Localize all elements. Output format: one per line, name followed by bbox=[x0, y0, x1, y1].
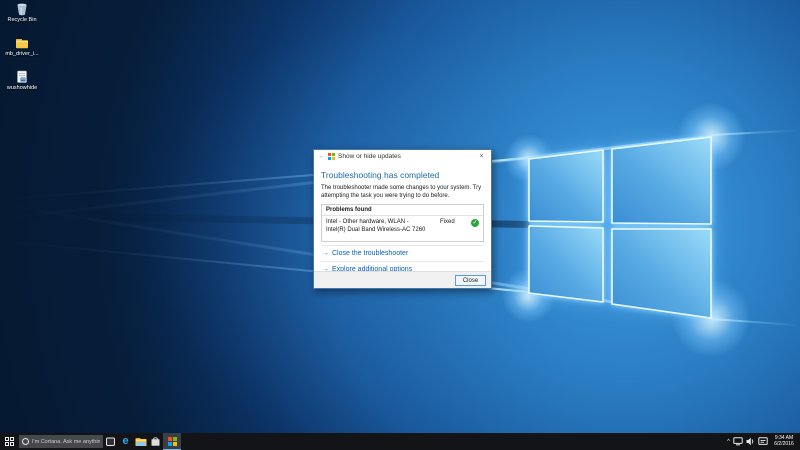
dialog-heading: Troubleshooting has completed bbox=[321, 170, 484, 180]
recycle-bin-icon bbox=[15, 2, 29, 16]
store-button[interactable] bbox=[148, 433, 163, 450]
dialog-titlebar[interactable]: ← Show or hide updates × bbox=[314, 150, 491, 163]
link-arrow-icon: → bbox=[322, 250, 329, 257]
troubleshooter-package-icon bbox=[15, 70, 29, 84]
search-placeholder: I'm Cortana. Ask me anything. bbox=[32, 439, 100, 445]
desktop-icon-driver-folder[interactable]: mb_driver_i... bbox=[2, 36, 42, 67]
folder-icon bbox=[15, 36, 29, 50]
dialog-footer: Close bbox=[314, 271, 491, 288]
link-label: Close the troubleshooter bbox=[332, 250, 408, 257]
clock-date: 6/2/2016 bbox=[771, 442, 797, 448]
problems-found-panel: Problems found Intel - Other hardware, W… bbox=[321, 204, 484, 242]
volume-icon[interactable] bbox=[746, 437, 755, 446]
desktop-icon-recycle-bin[interactable]: Recycle Bin bbox=[2, 2, 42, 33]
cortana-search-box[interactable]: I'm Cortana. Ask me anything. bbox=[19, 435, 103, 448]
close-button[interactable]: Close bbox=[455, 275, 486, 286]
close-troubleshooter-link[interactable]: → Close the troubleshooter bbox=[321, 245, 484, 261]
edge-icon: e bbox=[122, 436, 128, 447]
desktop-icon-label: mb_driver_i... bbox=[5, 51, 38, 57]
desktop-icon-label: wushowhide bbox=[7, 85, 37, 91]
close-window-button[interactable]: × bbox=[474, 151, 489, 163]
taskbar: I'm Cortana. Ask me anything. e ^ bbox=[0, 433, 800, 450]
problem-row: Intel - Other hardware, WLAN - Intel(R) … bbox=[322, 216, 483, 241]
back-button-icon[interactable]: ← bbox=[318, 153, 325, 160]
tray-chevron-up-icon[interactable]: ^ bbox=[727, 439, 730, 445]
fixed-check-icon: ✓ bbox=[471, 219, 479, 227]
network-icon[interactable] bbox=[733, 437, 743, 446]
start-button[interactable] bbox=[0, 433, 19, 450]
troubleshooter-taskbar-button[interactable] bbox=[163, 433, 181, 450]
problem-status: Fixed bbox=[440, 219, 455, 225]
dialog-body: Troubleshooting has completed The troubl… bbox=[314, 163, 491, 286]
problems-header: Problems found bbox=[322, 205, 483, 216]
windows-flag-icon bbox=[328, 153, 335, 160]
desktop-icon-list: Recycle Bin mb_driver_i... wushowhide bbox=[2, 2, 42, 104]
file-explorer-button[interactable] bbox=[133, 433, 148, 450]
system-tray: ^ 9:34 AM 6/2/2016 bbox=[727, 436, 800, 447]
action-center-icon[interactable] bbox=[758, 437, 768, 446]
desktop-icon-label: Recycle Bin bbox=[7, 17, 36, 23]
troubleshooter-dialog: ← Show or hide updates × Troubleshooting… bbox=[313, 149, 492, 289]
dialog-description: The troubleshooter made some changes to … bbox=[321, 184, 485, 200]
store-icon bbox=[150, 436, 161, 447]
windows-flag-icon bbox=[168, 437, 177, 446]
cortana-icon bbox=[22, 438, 29, 445]
file-explorer-icon bbox=[135, 437, 147, 447]
dialog-title: Show or hide updates bbox=[338, 153, 401, 160]
task-view-button[interactable] bbox=[103, 433, 118, 450]
problem-name: Intel - Other hardware, WLAN - Intel(R) … bbox=[326, 219, 428, 235]
desktop-icon-wushowhide[interactable]: wushowhide bbox=[2, 70, 42, 101]
task-view-icon bbox=[105, 437, 116, 447]
taskbar-clock[interactable]: 9:34 AM 6/2/2016 bbox=[771, 436, 797, 447]
edge-button[interactable]: e bbox=[118, 433, 133, 450]
start-windows-icon bbox=[5, 437, 14, 446]
